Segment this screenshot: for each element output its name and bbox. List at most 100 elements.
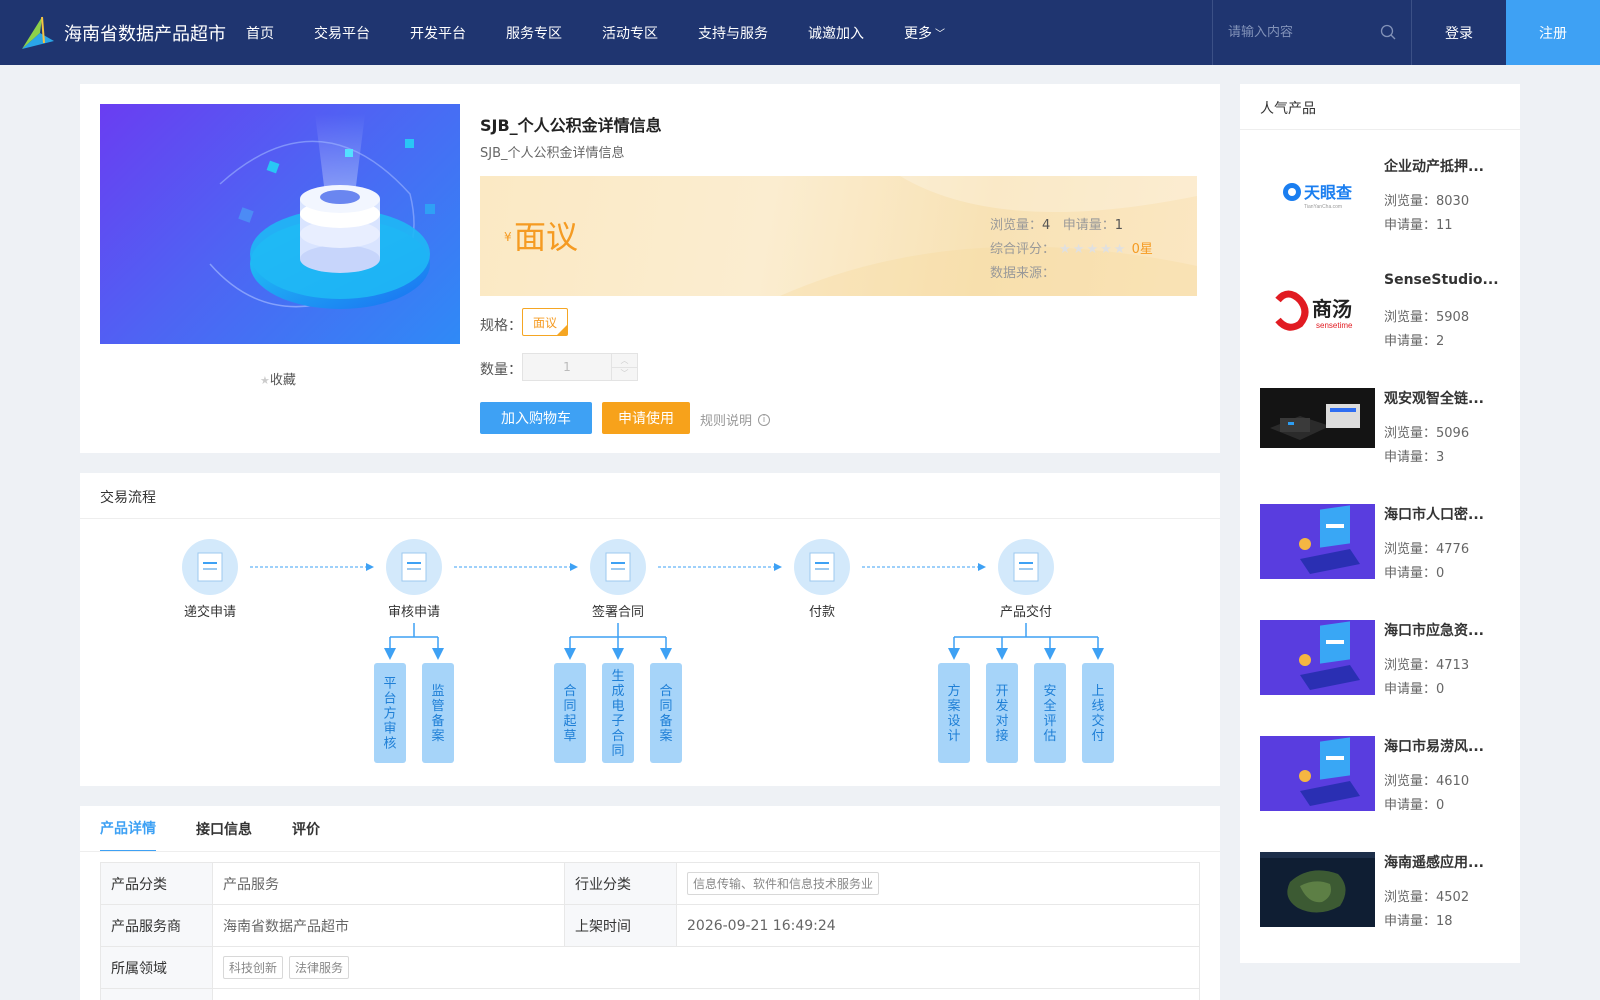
favorite-button[interactable]: ★收藏 bbox=[260, 369, 296, 388]
source-line: 数据来源： bbox=[990, 262, 1055, 281]
table-key: 上架时间 bbox=[564, 904, 677, 947]
thumb-logo-subtext: TianYanCha.com bbox=[1304, 204, 1342, 210]
substep-label: 开发对接 bbox=[995, 684, 1008, 744]
tab-product-detail[interactable]: 产品详情 bbox=[100, 806, 156, 852]
popular-item[interactable]: 海口市易涝风... 浏览量：4610 申请量：0 bbox=[1260, 736, 1510, 826]
thumb-logo-text: 商汤 bbox=[1312, 297, 1352, 321]
table-key bbox=[100, 988, 213, 1000]
industry-tag: 信息传输、软件和信息技术服务业 bbox=[687, 872, 880, 895]
popular-item-applies: 申请量：18 bbox=[1384, 914, 1453, 929]
substep-label: 平台方审核 bbox=[383, 677, 396, 752]
applies-value: 1 bbox=[1114, 218, 1123, 233]
popular-item[interactable]: 商汤 sensetime SenseStudio... 浏览量：5908 申请量… bbox=[1260, 272, 1510, 362]
menu-item-more[interactable]: 更多 ﹀ bbox=[904, 23, 945, 43]
popular-item-applies: 申请量：11 bbox=[1384, 218, 1453, 233]
tab-api-info[interactable]: 接口信息 bbox=[196, 806, 252, 852]
table-value: 产品服务 bbox=[212, 862, 565, 905]
table-key: 行业分类 bbox=[564, 862, 677, 905]
apply-button[interactable]: 申请使用 bbox=[602, 402, 690, 434]
popular-item-views: 浏览量：5908 bbox=[1384, 310, 1470, 325]
popular-item-name: 海南遥感应用... bbox=[1384, 855, 1484, 871]
product-image bbox=[100, 104, 460, 344]
menu-item-join[interactable]: 诚邀加入 bbox=[808, 23, 864, 43]
site-title: 海南省数据产品超市 bbox=[64, 23, 226, 45]
quantity-step: ︿ ﹀ bbox=[611, 354, 637, 380]
purple-laptop-thumbnail bbox=[1260, 620, 1375, 695]
quantity-input[interactable] bbox=[523, 354, 611, 380]
menu-item-support[interactable]: 支持与服务 bbox=[698, 23, 768, 43]
menu-item-home[interactable]: 首页 bbox=[246, 23, 274, 43]
detail-table: 产品分类 产品服务 行业分类 信息传输、软件和信息技术服务业 产品服务商 海南省… bbox=[100, 862, 1200, 1000]
register-button[interactable]: 注册 bbox=[1506, 0, 1600, 65]
increment-icon[interactable]: ︿ bbox=[612, 354, 637, 368]
rating-line: 综合评分： ★★★★★ 0星 bbox=[990, 238, 1153, 257]
detail-tabs: 产品详情 接口信息 评价 bbox=[100, 806, 360, 852]
process-step-label: 付款 bbox=[809, 605, 835, 620]
table-row bbox=[100, 988, 1200, 1000]
process-step-label: 审核申请 bbox=[388, 605, 440, 620]
add-to-cart-button[interactable]: 加入购物车 bbox=[480, 402, 592, 434]
popular-item[interactable]: 海南遥感应用... 浏览量：4502 申请量：18 bbox=[1260, 852, 1510, 942]
quantity-label: 数量： bbox=[480, 362, 522, 378]
check-corner-icon bbox=[557, 325, 567, 335]
popular-item-name: 观安观智全链... bbox=[1384, 391, 1484, 407]
popular-item[interactable]: 海口市应急资... 浏览量：4713 申请量：0 bbox=[1260, 620, 1510, 710]
rating-stars-icon: ★★★★★ bbox=[1059, 242, 1128, 257]
stats-line: 浏览量：4 申请量：1 bbox=[990, 214, 1123, 233]
table-value bbox=[212, 988, 1200, 1000]
popular-item[interactable]: 海口市人口密... 浏览量：4776 申请量：0 bbox=[1260, 504, 1510, 594]
tab-reviews[interactable]: 评价 bbox=[292, 806, 320, 852]
popular-item-name: SenseStudio... bbox=[1384, 272, 1499, 288]
process-substep: 平台方审核 bbox=[374, 663, 406, 763]
process-step-label: 递交申请 bbox=[184, 604, 236, 620]
table-value: 信息传输、软件和信息技术服务业 bbox=[676, 862, 1200, 905]
process-step: 签署合同 bbox=[590, 539, 646, 620]
section-title: 人气产品 bbox=[1260, 101, 1316, 117]
thumb-logo-subtext: sensetime bbox=[1316, 321, 1353, 330]
process-step: 审核申请 bbox=[386, 539, 442, 620]
popular-products-panel: 人气产品 天眼查 TianYanCha.com 企业动产抵押... 浏览量：80… bbox=[1240, 84, 1520, 963]
popular-item-applies: 申请量：0 bbox=[1384, 682, 1445, 697]
rating-value: 0星 bbox=[1131, 242, 1153, 257]
popular-item-applies: 申请量：2 bbox=[1384, 334, 1445, 349]
process-substep: 合同起草 bbox=[554, 663, 586, 763]
top-nav: 海南省数据产品超市 首页 交易平台 开发平台 服务专区 活动专区 支持与服务 诚… bbox=[0, 0, 1600, 65]
table-value: 科技创新 法律服务 bbox=[212, 946, 1200, 989]
popular-item[interactable]: 观安观智全链... 浏览量：5096 申请量：3 bbox=[1260, 388, 1510, 478]
menu-label: 诚邀加入 bbox=[808, 25, 864, 42]
rules-label: 规则说明 bbox=[700, 414, 753, 429]
table-row: 产品服务商 海南省数据产品超市 上架时间 2026-09-21 16:49:24 bbox=[100, 904, 1200, 947]
popular-item-name: 海口市易涝风... bbox=[1384, 739, 1484, 755]
quantity-stepper: ︿ ﹀ bbox=[522, 353, 638, 381]
spec-label: 规格： bbox=[480, 318, 522, 334]
search-input[interactable] bbox=[1228, 25, 1378, 40]
menu-item-dev[interactable]: 开发平台 bbox=[410, 23, 466, 43]
menu-item-trade[interactable]: 交易平台 bbox=[314, 23, 370, 43]
process-step: 递交申请 bbox=[182, 539, 238, 620]
popular-item[interactable]: 天眼查 TianYanCha.com 企业动产抵押... 浏览量：8030 申请… bbox=[1260, 156, 1510, 246]
menu-item-service[interactable]: 服务专区 bbox=[506, 23, 562, 43]
section-title: 交易流程 bbox=[100, 490, 156, 506]
domain-tag: 法律服务 bbox=[289, 956, 350, 979]
popular-item-views: 浏览量：8030 bbox=[1384, 194, 1470, 209]
login-button[interactable]: 登录 bbox=[1412, 0, 1506, 65]
substep-label: 合同起草 bbox=[563, 684, 576, 744]
product-subtitle: SJB_个人公积金详情信息 bbox=[480, 146, 625, 161]
detail-section: 产品详情 接口信息 评价 产品分类 产品服务 行业分类 信息传输、软件和信息技术… bbox=[80, 806, 1220, 1000]
process-substep: 合同备案 bbox=[650, 663, 682, 763]
menu-item-activity[interactable]: 活动专区 bbox=[602, 23, 658, 43]
menu-label: 更多 bbox=[904, 25, 932, 42]
sensetime-logo: 商汤 sensetime bbox=[1260, 272, 1375, 350]
search-icon[interactable] bbox=[1380, 24, 1396, 40]
logo[interactable]: 海南省数据产品超市 bbox=[18, 13, 230, 53]
popular-item-views: 浏览量：4610 bbox=[1384, 774, 1470, 789]
substep-label: 生成电子合同 bbox=[611, 669, 624, 759]
spec-option[interactable]: 面议 bbox=[522, 308, 568, 336]
substep-label: 合同备案 bbox=[659, 684, 672, 744]
divider bbox=[80, 851, 1220, 852]
decrement-icon[interactable]: ﹀ bbox=[612, 368, 637, 381]
domain-tag: 科技创新 bbox=[223, 956, 284, 979]
rules-link[interactable]: 规则说明 i bbox=[700, 410, 771, 429]
menu-label: 服务专区 bbox=[506, 25, 562, 42]
thumb-logo-text: 天眼查 bbox=[1304, 183, 1352, 202]
